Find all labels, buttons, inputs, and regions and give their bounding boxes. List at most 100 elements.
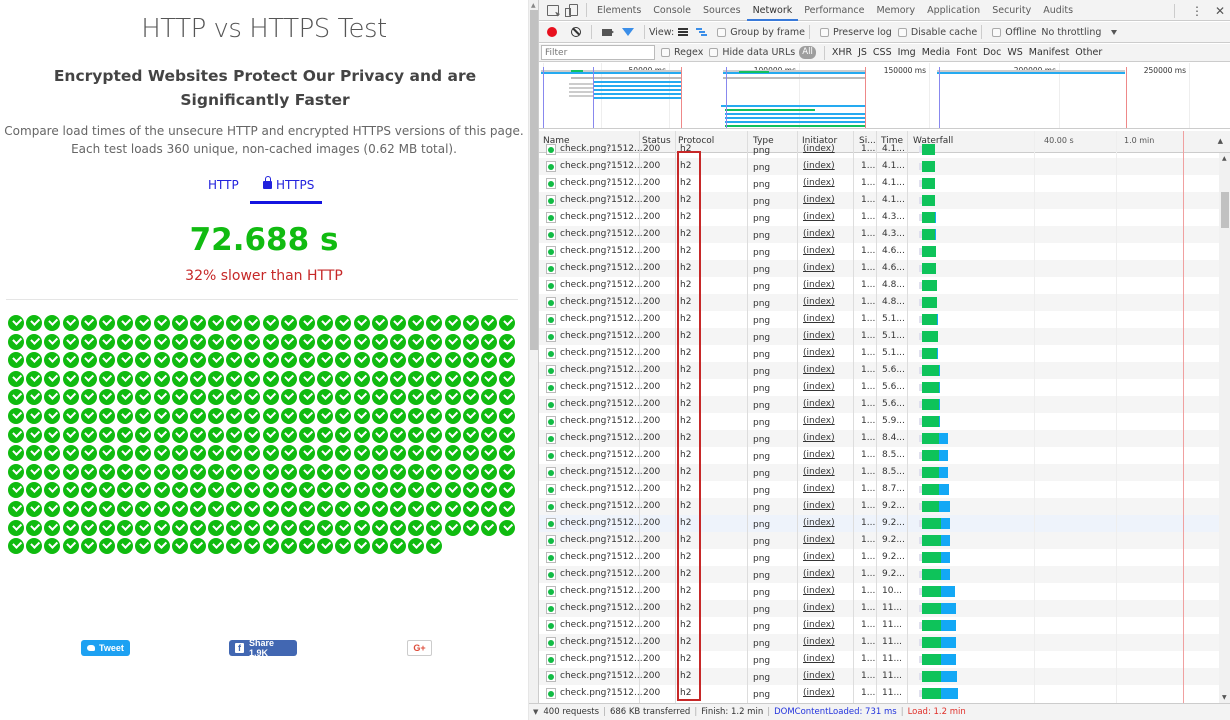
filter-type-xhr[interactable]: XHR (832, 47, 852, 58)
request-initiator[interactable]: (index) (803, 654, 835, 664)
request-initiator[interactable]: (index) (803, 314, 835, 324)
tab-memory[interactable]: Memory (870, 0, 921, 21)
table-scrollbar[interactable]: ▲ ▼ (1219, 153, 1230, 703)
request-name[interactable]: check.png?1512... (560, 654, 643, 664)
request-initiator[interactable]: (index) (803, 229, 835, 239)
device-toolbar-icon[interactable] (565, 4, 578, 17)
request-name[interactable]: check.png?1512... (560, 144, 643, 154)
request-name[interactable]: check.png?1512... (560, 518, 643, 528)
disable-cache-checkbox[interactable] (897, 27, 907, 37)
tab-application[interactable]: Application (921, 0, 986, 21)
request-name[interactable]: check.png?1512... (560, 467, 643, 477)
tab-sources[interactable]: Sources (697, 0, 747, 21)
request-row[interactable]: check.png?1512... 200 h2 png (index) 1... 9.2.… (539, 532, 1219, 549)
request-initiator[interactable]: (index) (803, 382, 835, 392)
request-initiator[interactable]: (index) (803, 671, 835, 681)
request-row[interactable]: check.png?1512... 200 h2 png (index) 1... 9.2.… (539, 515, 1219, 532)
filter-type-doc[interactable]: Doc (983, 47, 1001, 58)
request-row[interactable]: check.png?1512... 200 h2 png (index) 1... 4.8.… (539, 294, 1219, 311)
filter-type-font[interactable]: Font (956, 47, 977, 58)
tweet-button[interactable]: Tweet (81, 640, 130, 656)
page-scrollbar-thumb[interactable] (530, 10, 538, 350)
request-initiator[interactable]: (index) (803, 620, 835, 630)
offline-checkbox[interactable] (992, 27, 1002, 37)
request-name[interactable]: check.png?1512... (560, 501, 643, 511)
request-initiator[interactable]: (index) (803, 297, 835, 307)
request-row[interactable]: check.png?1512... 200 h2 png (index) 1... 5.1.… (539, 328, 1219, 345)
request-initiator[interactable]: (index) (803, 586, 835, 596)
more-options-icon[interactable]: ⋮ (1191, 4, 1203, 18)
hide-data-urls-checkbox[interactable] (709, 48, 719, 57)
request-row[interactable]: check.png?1512... 200 h2 png (index) 1... 4.1.… (539, 175, 1219, 192)
request-name[interactable]: check.png?1512... (560, 603, 643, 613)
scroll-up-arrow-icon[interactable]: ▲ (531, 2, 536, 9)
throttling-dropdown-icon[interactable] (1111, 29, 1118, 35)
request-initiator[interactable]: (index) (803, 484, 835, 494)
request-name[interactable]: check.png?1512... (560, 331, 643, 341)
request-row[interactable]: check.png?1512... 200 h2 png (index) 1... 5.1.… (539, 345, 1219, 362)
request-row[interactable]: check.png?1512... 200 h2 png (index) 1... 9.2.… (539, 566, 1219, 583)
scroll-up-arrow-icon[interactable]: ▲ (1222, 155, 1227, 162)
request-name[interactable]: check.png?1512... (560, 263, 643, 273)
tab-network[interactable]: Network (746, 0, 799, 21)
request-name[interactable]: check.png?1512... (560, 552, 643, 562)
request-initiator[interactable]: (index) (803, 399, 835, 409)
tab-elements[interactable]: Elements (591, 0, 647, 21)
filter-icon[interactable] (622, 28, 634, 36)
request-row[interactable]: check.png?1512... 200 h2 png (index) 1... 4.3.… (539, 209, 1219, 226)
record-button[interactable] (547, 27, 557, 37)
request-row[interactable]: check.png?1512... 200 h2 png (index) 1... 5.9.… (539, 413, 1219, 430)
request-row[interactable]: check.png?1512... 200 h2 png (index) 1... 11..… (539, 651, 1219, 668)
request-name[interactable]: check.png?1512... (560, 535, 643, 545)
request-initiator[interactable]: (index) (803, 552, 835, 562)
request-name[interactable]: check.png?1512... (560, 280, 643, 290)
request-row[interactable]: check.png?1512... 200 h2 png (index) 1... 4.6.… (539, 243, 1219, 260)
request-initiator[interactable]: (index) (803, 467, 835, 477)
request-row[interactable]: check.png?1512... 200 h2 png (index) 1... 10..… (539, 583, 1219, 600)
overview-icon[interactable] (696, 28, 708, 36)
request-row[interactable]: check.png?1512... 200 h2 png (index) 1... 11..… (539, 600, 1219, 617)
request-name[interactable]: check.png?1512... (560, 178, 643, 188)
column-divider[interactable] (747, 131, 748, 703)
filter-type-img[interactable]: Img (898, 47, 916, 58)
request-row[interactable]: check.png?1512... 200 h2 png (index) 1... 4.1.… (539, 141, 1219, 158)
filter-type-media[interactable]: Media (922, 47, 951, 58)
network-overview-timeline[interactable]: 50000 ms100000 ms150000 ms200000 ms25000… (539, 63, 1230, 129)
request-name[interactable]: check.png?1512... (560, 212, 643, 222)
request-row[interactable]: check.png?1512... 200 h2 png (index) 1... 5.6.… (539, 379, 1219, 396)
tab-security[interactable]: Security (986, 0, 1037, 21)
request-row[interactable]: check.png?1512... 200 h2 png (index) 1... 5.6.… (539, 362, 1219, 379)
request-name[interactable]: check.png?1512... (560, 416, 643, 426)
preserve-log-checkbox[interactable] (820, 27, 830, 37)
request-row[interactable]: check.png?1512... 200 h2 png (index) 1... 5.1.… (539, 311, 1219, 328)
request-initiator[interactable]: (index) (803, 263, 835, 273)
column-divider[interactable] (797, 131, 798, 703)
column-divider[interactable] (675, 131, 676, 703)
request-row[interactable]: check.png?1512... 200 h2 png (index) 1... 8.7.… (539, 481, 1219, 498)
group-by-frame-checkbox[interactable] (717, 27, 727, 37)
table-scrollbar-thumb[interactable] (1221, 192, 1229, 228)
request-name[interactable]: check.png?1512... (560, 586, 643, 596)
request-initiator[interactable]: (index) (803, 416, 835, 426)
request-row[interactable]: check.png?1512... 200 h2 png (index) 1... 11..… (539, 685, 1219, 702)
filter-type-ws[interactable]: WS (1007, 47, 1022, 58)
request-name[interactable]: check.png?1512... (560, 637, 643, 647)
request-name[interactable]: check.png?1512... (560, 688, 643, 698)
request-row[interactable]: check.png?1512... 200 h2 png (index) 1... 11..… (539, 617, 1219, 634)
request-name[interactable]: check.png?1512... (560, 246, 643, 256)
request-name[interactable]: check.png?1512... (560, 229, 643, 239)
request-name[interactable]: check.png?1512... (560, 297, 643, 307)
request-initiator[interactable]: (index) (803, 501, 835, 511)
request-initiator[interactable]: (index) (803, 178, 835, 188)
request-row[interactable]: check.png?1512... 200 h2 png (index) 1... 4.6.… (539, 260, 1219, 277)
request-initiator[interactable]: (index) (803, 280, 835, 290)
tab-audits[interactable]: Audits (1037, 0, 1079, 21)
facebook-share-button[interactable]: f Share 1.9K (229, 638, 297, 658)
request-name[interactable]: check.png?1512... (560, 569, 643, 579)
tab-performance[interactable]: Performance (798, 0, 870, 21)
request-initiator[interactable]: (index) (803, 518, 835, 528)
request-row[interactable]: check.png?1512... 200 h2 png (index) 1... 11..… (539, 668, 1219, 685)
request-name[interactable]: check.png?1512... (560, 314, 643, 324)
filter-type-manifest[interactable]: Manifest (1029, 47, 1070, 58)
request-row[interactable]: check.png?1512... 200 h2 png (index) 1... 9.2.… (539, 549, 1219, 566)
